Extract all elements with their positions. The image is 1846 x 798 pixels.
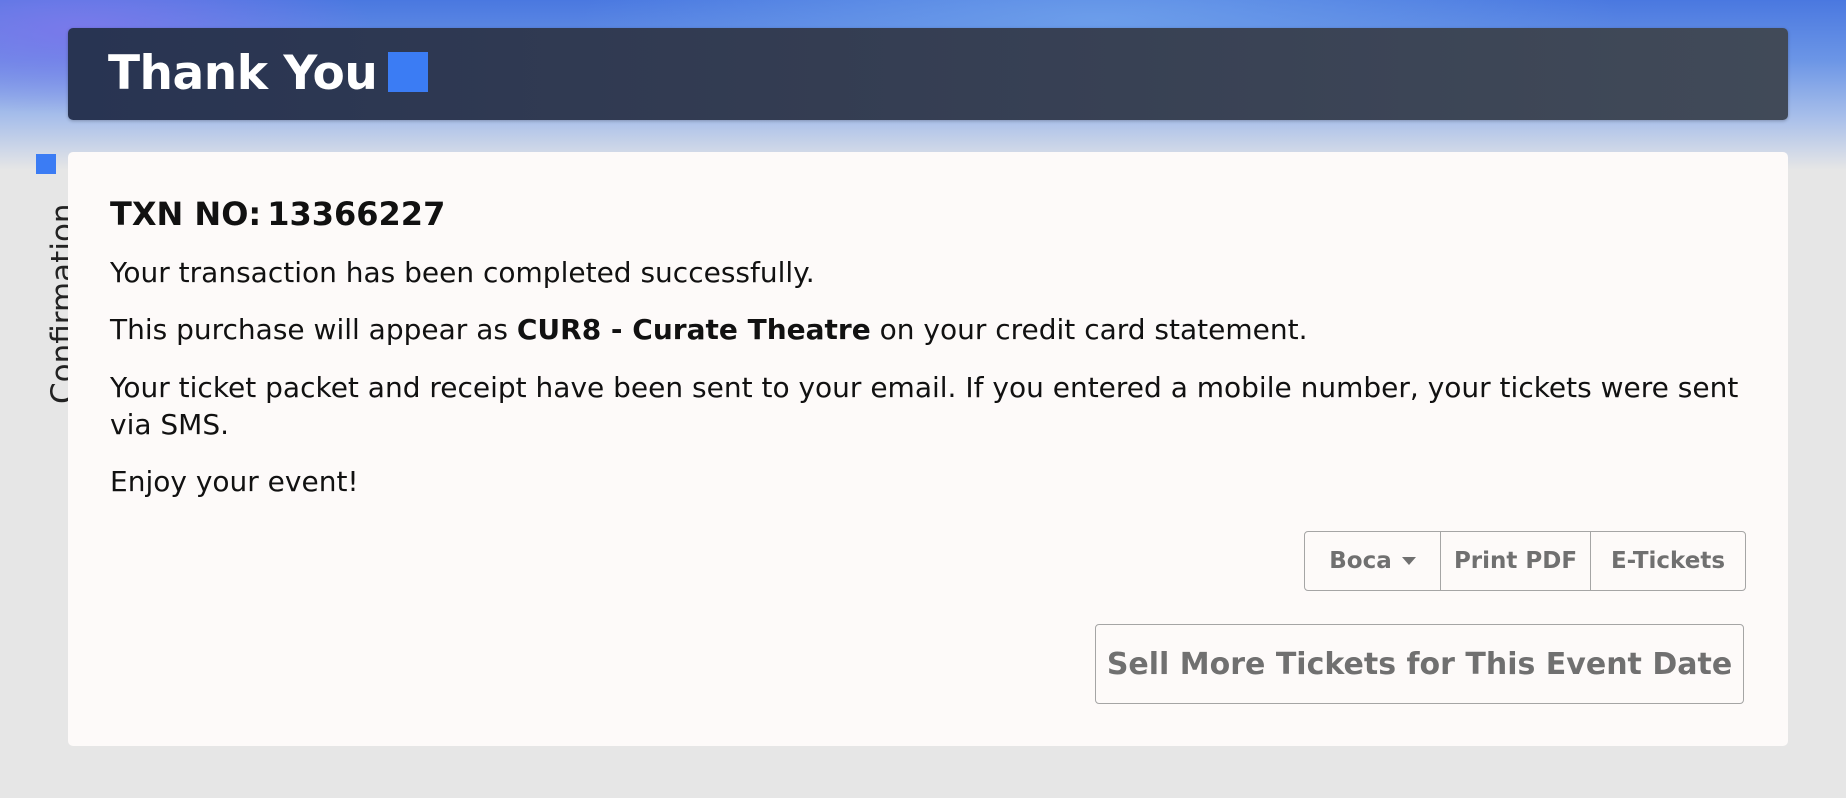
- confirmation-card: TXN NO: 13366227 Your transaction has bee…: [68, 152, 1788, 746]
- caret-down-icon: [1401, 557, 1416, 565]
- enjoy-message: Enjoy your event!: [110, 465, 359, 498]
- section-side-label: Confirmation: [24, 150, 81, 420]
- accent-square-icon: [388, 52, 428, 92]
- success-message: Your transaction has been completed succ…: [110, 256, 815, 289]
- statement-suffix: on your credit card statement.: [870, 313, 1308, 346]
- page-header: Thank You: [68, 28, 1788, 120]
- statement-prefix: This purchase will appear as: [110, 313, 517, 346]
- delivery-message: Your ticket packet and receipt have been…: [110, 371, 1739, 441]
- accent-square-icon: [36, 154, 56, 174]
- sell-more-tickets-button[interactable]: Sell More Tickets for This Event Date: [1095, 624, 1744, 704]
- statement-message: This purchase will appear as CUR8 - Cura…: [110, 311, 1750, 348]
- transaction-number-value: 13366227: [267, 195, 446, 233]
- transaction-number-label: TXN NO:: [110, 195, 262, 233]
- transaction-number: TXN NO: 13366227: [110, 194, 445, 234]
- print-pdf-button[interactable]: Print PDF: [1441, 532, 1591, 590]
- e-tickets-button[interactable]: E-Tickets: [1591, 532, 1745, 590]
- printer-select-button[interactable]: Boca: [1305, 532, 1441, 590]
- print-options-group: Boca Print PDF E-Tickets: [1304, 531, 1746, 591]
- printer-select-label: Boca: [1329, 548, 1392, 574]
- merchant-name: CUR8 - Curate Theatre: [516, 313, 871, 346]
- page-title: Thank You: [108, 46, 378, 101]
